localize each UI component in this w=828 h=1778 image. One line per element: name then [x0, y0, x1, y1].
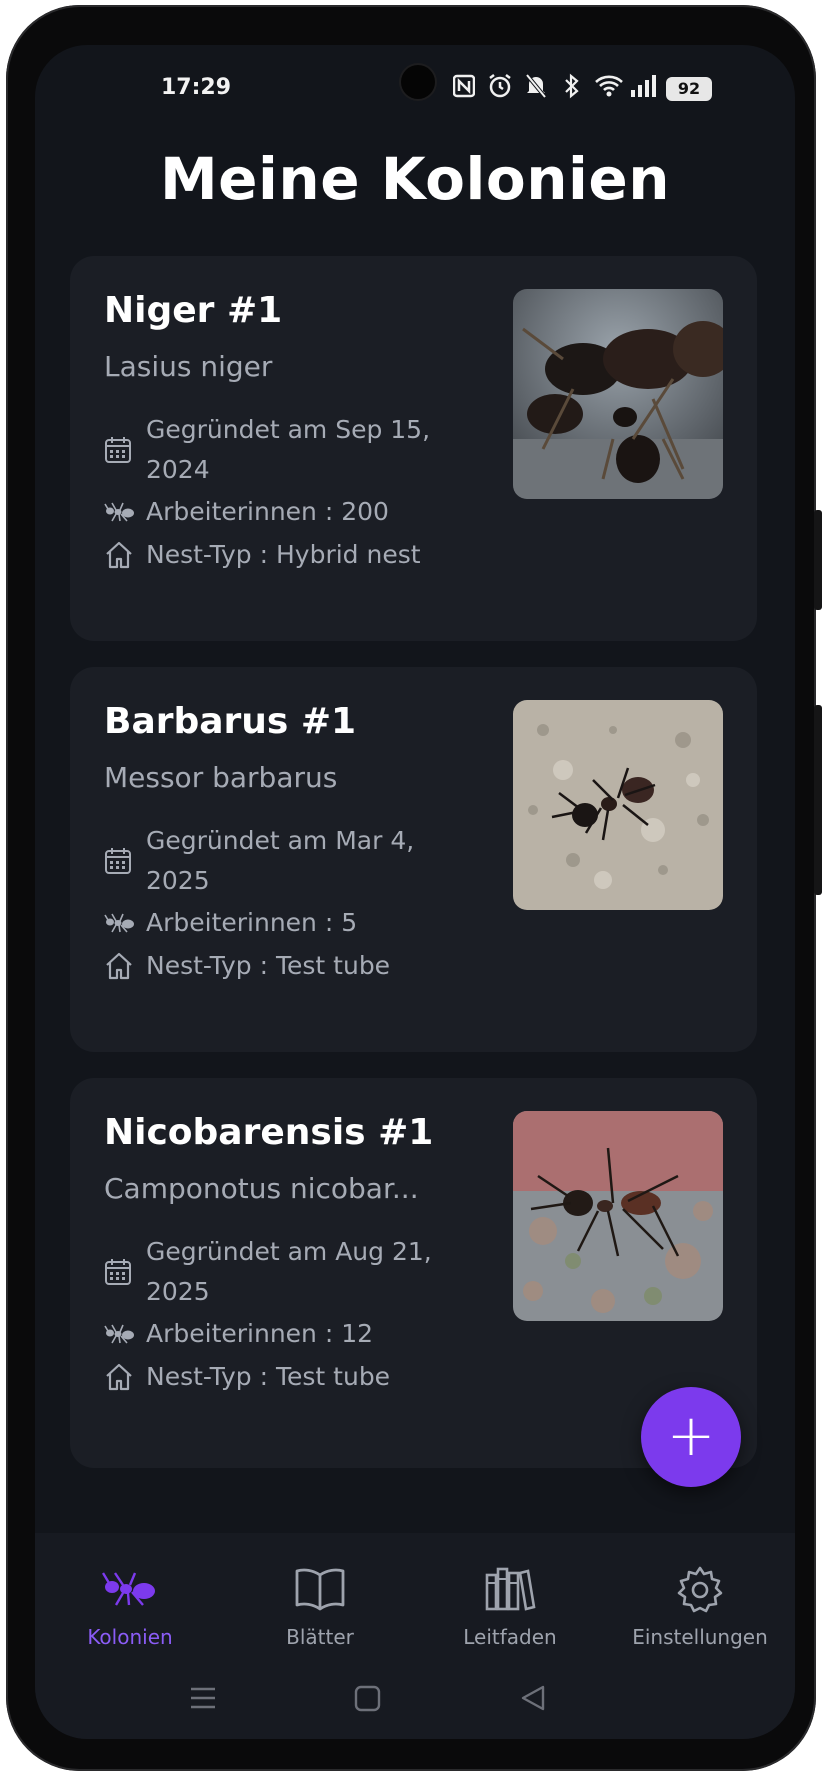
nest-row: Nest-Typ : Test tube [104, 946, 466, 986]
ant-icon [35, 1559, 225, 1619]
nest-row: Nest-Typ : Test tube [104, 1357, 466, 1397]
nav-item-einstellungen[interactable]: Einstellungen [605, 1559, 795, 1649]
colony-photo [513, 1111, 723, 1321]
battery-icon: 92 [666, 77, 712, 101]
system-navigation [35, 1683, 795, 1723]
nest-text: Nest-Typ : Test tube [146, 951, 391, 980]
colony-species: Lasius niger [104, 350, 273, 383]
colony-name: Barbarus #1 [104, 701, 357, 742]
colony-photo [513, 700, 723, 910]
colony-photo [513, 289, 723, 499]
house-icon [104, 946, 138, 986]
plus-icon: + [666, 1401, 716, 1469]
nav-label: Blätter [286, 1625, 354, 1649]
workers-row: Arbeiterinnen : 200 [104, 492, 466, 532]
library-icon [415, 1559, 605, 1619]
colony-name: Nicobarensis #1 [104, 1112, 434, 1153]
ant-icon [104, 1314, 138, 1354]
workers-row: Arbeiterinnen : 12 [104, 1314, 466, 1354]
workers-row: Arbeiterinnen : 5 [104, 903, 466, 943]
signal-icon [630, 74, 658, 104]
founded-row: Gegründet am Sep 15, 2024 [104, 410, 466, 490]
colony-card[interactable]: Niger #1 Lasius niger Gegründet am Sep 1… [70, 256, 757, 641]
workers-text: Arbeiterinnen : 5 [146, 908, 358, 937]
calendar-icon [104, 821, 138, 901]
workers-text: Arbeiterinnen : 200 [146, 497, 389, 526]
colony-species: Messor barbarus [104, 761, 338, 794]
founded-text: Gegründet am Aug 21, 2025 [146, 1237, 432, 1306]
calendar-icon [104, 410, 138, 490]
page-title: Meine Kolonien [159, 145, 671, 213]
nav-item-kolonien[interactable]: Kolonien [35, 1559, 225, 1649]
nest-text: Nest-Typ : Test tube [146, 1362, 391, 1391]
nav-label: Leitfaden [463, 1625, 557, 1649]
founded-row: Gegründet am Aug 21, 2025 [104, 1232, 466, 1312]
app-screen: 17:29 92 Meine Kolonien Niger #1 Lasius … [35, 45, 795, 1739]
nest-text: Nest-Typ : Hybrid nest [146, 540, 421, 569]
add-colony-button[interactable]: + [641, 1387, 741, 1487]
nest-row: Nest-Typ : Hybrid nest [104, 535, 466, 575]
bell-off-icon [522, 73, 550, 105]
workers-text: Arbeiterinnen : 12 [146, 1319, 374, 1348]
founded-text: Gegründet am Mar 4, 2025 [146, 826, 415, 895]
volume-button [814, 510, 822, 610]
nav-item-leitfaden[interactable]: Leitfaden [415, 1559, 605, 1649]
colony-species: Camponotus nicobar... [104, 1172, 419, 1205]
bluetooth-icon [558, 73, 586, 105]
wifi-icon [594, 74, 623, 104]
nfc-icon [450, 74, 478, 104]
nav-label: Einstellungen [632, 1625, 768, 1649]
colony-card[interactable]: Barbarus #1 Messor barbarus Gegründet am… [70, 667, 757, 1052]
back-button[interactable] [518, 1683, 548, 1717]
ant-icon [104, 903, 138, 943]
bottom-navigation: Kolonien Blätter Leitfaden Einstellungen [35, 1533, 795, 1739]
book-icon [225, 1559, 415, 1619]
founded-row: Gegründet am Mar 4, 2025 [104, 821, 466, 901]
power-button [814, 705, 822, 895]
alarm-icon [486, 73, 514, 105]
calendar-icon [104, 1232, 138, 1312]
status-icons: 92 [450, 73, 712, 105]
colony-name: Niger #1 [104, 290, 283, 331]
nav-item-blaetter[interactable]: Blätter [225, 1559, 415, 1649]
front-camera [401, 65, 435, 99]
status-bar: 17:29 92 [35, 45, 795, 125]
house-icon [104, 1357, 138, 1397]
founded-text: Gegründet am Sep 15, 2024 [146, 415, 431, 484]
status-time: 17:29 [161, 75, 232, 100]
home-button[interactable] [353, 1683, 383, 1717]
house-icon [104, 535, 138, 575]
gear-icon [605, 1559, 795, 1619]
ant-icon [104, 492, 138, 532]
recent-apps-button[interactable] [188, 1683, 218, 1717]
phone-frame: 17:29 92 Meine Kolonien Niger #1 Lasius … [6, 5, 822, 1771]
nav-label: Kolonien [87, 1625, 173, 1649]
